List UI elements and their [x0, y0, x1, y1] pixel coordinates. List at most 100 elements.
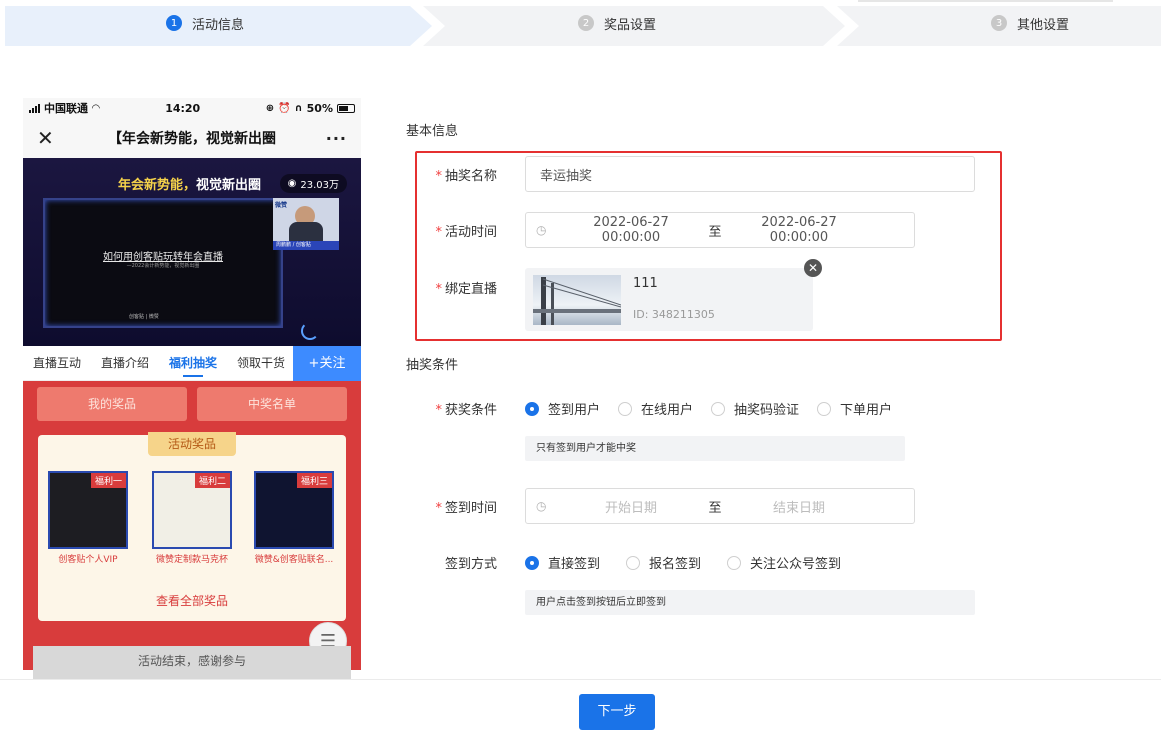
lottery-name-label: * 抽奖名称 [435, 169, 497, 184]
radio-follow-signin[interactable]: 关注公众号签到 [727, 553, 841, 572]
signin-time-range[interactable]: ◷ 开始日期 至 结束日期 [525, 488, 915, 524]
alarm-icon: ⏰ [278, 102, 291, 114]
label-text: 获奖条件 [444, 403, 497, 418]
radio-direct-signin[interactable]: 直接签到 [525, 553, 600, 572]
prize-item[interactable]: 福利三 微赞&创客贴联名... [254, 471, 334, 565]
carrier-text: 中国联通 [44, 102, 88, 115]
radio-label: 下单用户 [840, 403, 893, 418]
viewer-count: 23.03万 [300, 180, 339, 191]
end-time[interactable]: 2022-06-27 00:00:00 [730, 215, 868, 245]
step-other-settings[interactable]: 3 其他设置 [991, 0, 1069, 46]
prize-name: 微赞&创客贴联名... [254, 555, 334, 565]
prize-name: 微赞定制款马克杯 [155, 555, 228, 565]
radio-dot [817, 401, 832, 416]
headline-part: 新出圈 [222, 178, 262, 193]
more-icon[interactable]: ··· [317, 129, 347, 148]
next-step-button[interactable]: 下一步 [579, 694, 655, 730]
step-label: 其他设置 [1017, 17, 1070, 33]
radio-label: 签到用户 [548, 403, 601, 418]
headline-part: 年会新势能， [118, 178, 197, 193]
bind-live-label: * 绑定直播 [435, 282, 497, 297]
radio-online-users[interactable]: 在线用户 [618, 399, 693, 418]
bridge-image-icon [533, 277, 621, 325]
prize-image: 福利三 [254, 471, 334, 549]
live-id: ID: 348211305 [633, 308, 715, 321]
my-prizes-button[interactable]: 我的奖品 [37, 387, 187, 421]
radio-label: 直接签到 [548, 557, 601, 572]
start-date-placeholder[interactable]: 开始日期 [562, 497, 700, 516]
step-prize-settings[interactable]: 2 奖品设置 [578, 0, 656, 46]
basic-info-title: 基本信息 [406, 124, 459, 139]
top-divider [858, 0, 1113, 2]
signin-time-label: * 签到时间 [435, 501, 497, 516]
screen-logos: 创客贴 | 微赞 [129, 314, 159, 320]
live-name: 111 [633, 276, 658, 291]
prize-tag: 福利一 [90, 473, 126, 488]
win-condition-radios: 签到用户 在线用户 抽奖码验证 下单用户 [525, 399, 910, 418]
viewer-count-badge: ◉ 23.03万 [279, 174, 347, 193]
range-separator: 至 [708, 224, 722, 240]
prize-item[interactable]: 福利二 微赞定制款马克杯 [152, 471, 232, 565]
phone-page-title: 【年会新势能，视觉新出圈 [108, 131, 276, 147]
step-number: 3 [991, 15, 1007, 31]
end-date-placeholder[interactable]: 结束日期 [730, 497, 868, 516]
label-text: 签到时间 [444, 501, 497, 516]
step-activity-info[interactable]: 1 活动信息 [166, 0, 244, 46]
radio-dot [727, 555, 742, 570]
clock-icon: ◷ [536, 223, 547, 237]
radio-code-verify[interactable]: 抽奖码验证 [711, 399, 799, 418]
win-condition-label: * 获奖条件 [435, 403, 497, 418]
step-label: 活动信息 [192, 17, 245, 33]
screen-subtitle: —2022会计新势能，视觉新出圈 [126, 263, 200, 269]
screen-title: 如何用创客贴玩转年会直播 [103, 252, 223, 263]
video-headline: 年会新势能，视觉新出圈 [118, 174, 261, 193]
battery-icon [337, 103, 355, 113]
radio-order-users[interactable]: 下单用户 [817, 399, 892, 418]
label-text: 抽奖名称 [444, 169, 497, 184]
signal-icon [29, 103, 40, 113]
label-text: 绑定直播 [444, 282, 497, 297]
label-text: 签到方式 [444, 557, 497, 572]
phone-preview: 中国联通 ◠ 14:20 ⊕ ⏰ ∩ 50% ✕ 【年会新势能，视觉新出圈 ··… [23, 98, 361, 680]
eye-icon: ◉ [287, 178, 297, 189]
lottery-conditions-title: 抽奖条件 [406, 358, 459, 373]
bound-live-card[interactable]: 111 ID: 348211305 ✕ [525, 259, 822, 331]
phone-tabs: 直播互动 直播介绍 福利抽奖 领取干货 +关注 [23, 346, 361, 381]
lottery-name-input[interactable]: 幸运抽奖 [525, 156, 975, 192]
follow-button[interactable]: +关注 [293, 346, 361, 381]
lottery-panel: 我的奖品 中奖名单 活动奖品 福利一 创客贴个人VIP 福利二 微赞定制款马克杯… [23, 381, 361, 680]
prize-tag: 福利二 [194, 473, 230, 488]
prize-tag: 福利三 [296, 473, 332, 488]
radio-dot [525, 401, 539, 416]
activity-ended-bar: 活动结束，感谢参与 [33, 646, 351, 680]
clock-icon: ◷ [536, 499, 547, 513]
radio-label: 报名签到 [649, 557, 702, 572]
tab-lottery[interactable]: 福利抽奖 [159, 346, 227, 381]
close-icon[interactable]: ✕ [37, 126, 67, 150]
headline-part: 视觉 [196, 178, 223, 193]
prize-item[interactable]: 福利一 创客贴个人VIP [48, 471, 128, 565]
view-all-prizes-link[interactable]: 查看全部奖品 [38, 592, 346, 609]
radio-signed-users[interactable]: 签到用户 [525, 399, 600, 418]
tab-live-interaction[interactable]: 直播互动 [23, 346, 91, 381]
remove-live-icon[interactable]: ✕ [804, 259, 822, 277]
start-time[interactable]: 2022-06-27 00:00:00 [562, 215, 700, 245]
tab-get-materials[interactable]: 领取干货 [227, 346, 295, 381]
radio-label: 抽奖码验证 [734, 403, 800, 418]
live-video-player[interactable]: 年会新势能，视觉新出圈 ◉ 23.03万 如何用创客贴玩转年会直播 —2022会… [23, 158, 361, 346]
camera-caption: 周鹏鹏 / 创客贴 [273, 241, 339, 250]
prize-image: 福利二 [152, 471, 232, 549]
lottery-name-value: 幸运抽奖 [540, 168, 593, 184]
step-number: 2 [578, 15, 594, 31]
loading-spinner-icon [301, 322, 319, 340]
signin-method-hint: 用户点击签到按钮后立即签到 [525, 590, 975, 615]
activity-time-range[interactable]: ◷ 2022-06-27 00:00:00 至 2022-06-27 00:00… [525, 212, 915, 248]
tab-live-intro[interactable]: 直播介绍 [91, 346, 159, 381]
wifi-icon: ◠ [92, 102, 100, 114]
signin-method-label: 签到方式 [397, 553, 497, 572]
winners-list-button[interactable]: 中奖名单 [197, 387, 347, 421]
prize-name: 创客贴个人VIP [58, 555, 118, 565]
radio-label: 在线用户 [641, 403, 694, 418]
camera-logo: 微赞 [275, 202, 288, 209]
radio-register-signin[interactable]: 报名签到 [626, 553, 701, 572]
